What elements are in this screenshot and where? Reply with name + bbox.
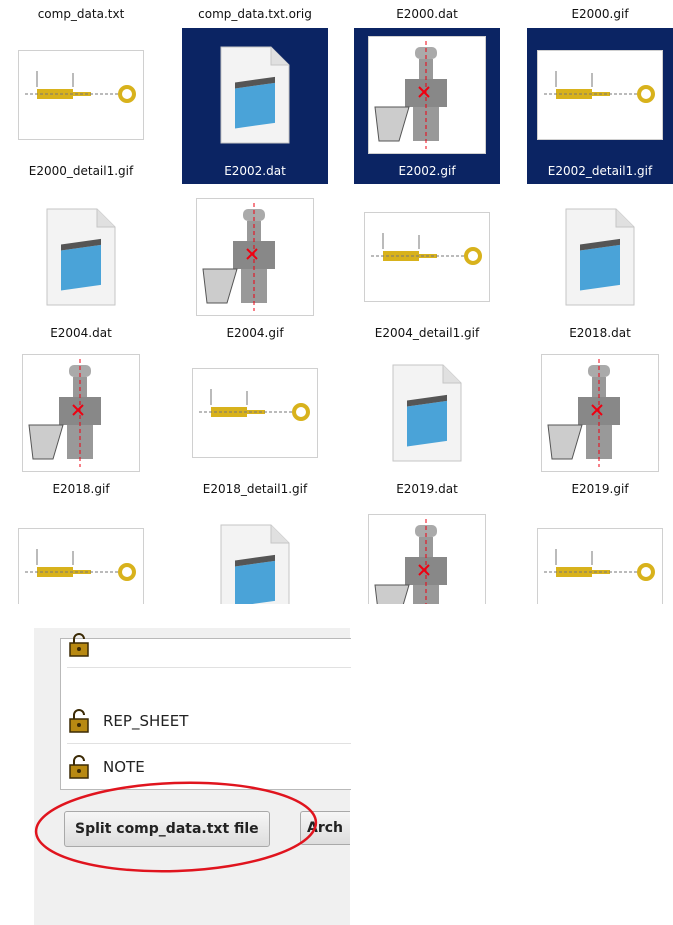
highlight-ellipse <box>34 781 318 873</box>
